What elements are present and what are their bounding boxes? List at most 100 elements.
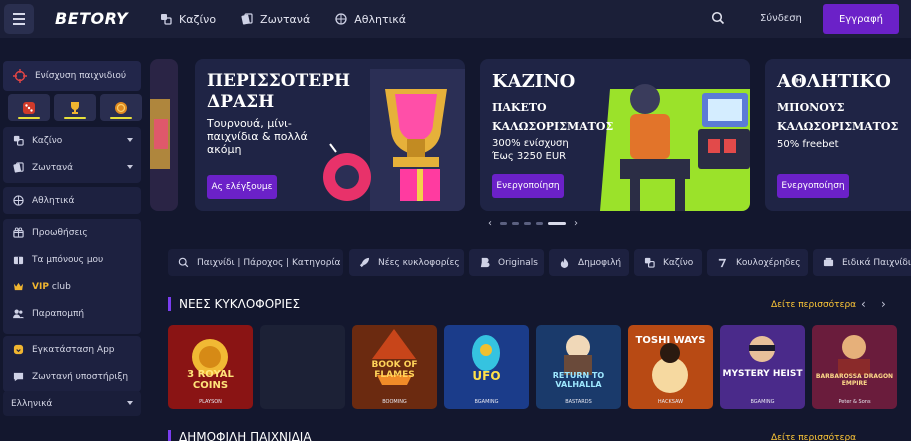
game-tile[interactable]: TOSHI WAYS HACKSAW [628, 325, 713, 409]
register-button[interactable]: Εγγραφή [823, 4, 899, 34]
banner-activate-button[interactable]: Ενεργοποίηση [777, 174, 849, 198]
language-select[interactable]: Ελληνικά [3, 391, 141, 416]
nav-casino[interactable]: Καζίνο [160, 13, 216, 26]
category-special[interactable]: Ειδικά Παιχνίδια [813, 249, 911, 276]
sidebar-item-label: Παραπομπή [32, 308, 85, 319]
game-tile-loading[interactable] [260, 325, 345, 409]
menu-button[interactable] [4, 4, 34, 34]
chevron-left-icon[interactable]: ‹ [861, 297, 866, 311]
search-icon[interactable] [711, 11, 725, 25]
sidebar-item-label: Αθλητικά [32, 195, 75, 206]
banner-sports-welcome[interactable]: ΑΘΛΗΤΙΚΟ ΜΠΟΝΟΥΣ ΚΑΛΩΣΟΡΙΣΜΑΤΟΣ 50% free… [765, 59, 911, 211]
game-tile[interactable]: MYSTERY HEIST BGAMING [720, 325, 805, 409]
banner-check-button[interactable]: Ας ελέγξουμε [207, 175, 277, 199]
nav-casino-label: Καζίνο [179, 12, 217, 26]
chevron-right-icon[interactable]: › [574, 218, 578, 229]
banner-subtitle-line1: 300% ενίσχυση [492, 138, 569, 149]
sidebar-item-casino[interactable]: Καζίνο [3, 127, 141, 154]
game-name: RETURN TO VALHALLA [552, 371, 605, 389]
see-more-link[interactable]: Δείτε περισσότερα [771, 433, 856, 441]
category-slots[interactable]: Κουλοχέρηδες [707, 249, 808, 276]
language-select-row: Ελληνικά [3, 391, 141, 416]
category-popular[interactable]: Δημοφιλή [549, 249, 629, 276]
game-provider: BOOMING [382, 399, 407, 405]
sidebar-item-my-bonuses[interactable]: Τα μπόνους μου [3, 246, 141, 273]
app-icon [13, 344, 24, 355]
crown-icon [13, 282, 24, 291]
game-tile[interactable]: UFO BGAMING [444, 325, 529, 409]
game-search-input[interactable]: Παιχνίδι | Πάροχος | Κατηγορία [168, 249, 343, 276]
category-casino[interactable]: Καζίνο [634, 249, 702, 276]
casino-icon [13, 135, 24, 146]
game-name: BARBAROSSA DRAGON EMPIRE [815, 373, 894, 387]
coin-tile[interactable] [100, 94, 142, 121]
sidebar-item-label: VIP [32, 281, 49, 292]
banner-title-line1: ΑΘΛΗΤΙΚΟ [777, 71, 891, 92]
login-button[interactable]: Σύνδεση [760, 13, 802, 24]
category-label: Δημοφιλή [578, 257, 622, 268]
nav-live-label: Ζωντανά [260, 12, 311, 26]
basketball-icon [13, 195, 24, 206]
sidebar-item-label: Ζωντανά [32, 162, 74, 173]
sidebar-item-vip[interactable]: VIP club [3, 273, 141, 300]
carousel-dot[interactable] [512, 222, 519, 225]
coin-icon [115, 101, 127, 114]
carousel-dot[interactable] [536, 222, 543, 225]
category-label: Καζίνο [663, 257, 694, 268]
banner-activate-button[interactable]: Ενεργοποίηση [492, 174, 564, 198]
nav-sports[interactable]: Αθλητικά [335, 13, 406, 26]
users-icon [13, 309, 24, 319]
carousel-dot[interactable] [500, 222, 507, 225]
chevron-right-icon[interactable]: › [881, 297, 886, 311]
game-shortcuts [8, 94, 142, 121]
banner-prev-peek[interactable] [150, 59, 178, 211]
dice-tile[interactable] [8, 94, 50, 121]
game-name: 3 ROYAL COINS [187, 369, 234, 391]
banner-subtitle-line1: 50% freebet [777, 139, 839, 150]
royal-coins-art [192, 339, 228, 375]
category-originals[interactable]: Originals [469, 249, 544, 276]
chat-icon [13, 372, 24, 382]
category-label: Originals [498, 257, 538, 268]
section-title-popular: ΔΗΜΟΦΙΛΗ ΠΑΙΧΝΙΔΙΑ [168, 430, 312, 441]
game-provider: BASTARDS [565, 399, 592, 405]
section-accent [168, 297, 171, 311]
game-tile[interactable]: 3 ROYAL COINS PLAYSON [168, 325, 253, 409]
sidebar-item-label-suffix: club [51, 281, 71, 292]
sidebar-item-sports[interactable]: Αθλητικά [3, 187, 141, 214]
sidebar-item-live[interactable]: Ζωντανά [3, 154, 141, 181]
category-new-releases[interactable]: Νέες κυκλοφορίες [349, 249, 464, 276]
carousel-dot[interactable] [524, 222, 531, 225]
fire-icon [560, 257, 569, 268]
logo[interactable]: BETORY [55, 9, 128, 28]
game-boost-button[interactable]: Ενίσχυση παιχνιδιού [3, 61, 141, 91]
banner-title-line1: ΚΑΖΙΝΟ [492, 71, 576, 92]
game-tile[interactable]: BOOK OF FLAMES BOOMING [352, 325, 437, 409]
casino-icon [161, 14, 172, 25]
game-provider: Peter & Sons [838, 399, 871, 405]
carousel-dot-active[interactable] [548, 222, 566, 225]
sidebar-item-label: Εγκατάσταση App [32, 344, 115, 355]
sidebar-item-promotions[interactable]: Προωθήσεις [3, 219, 141, 246]
nav-live[interactable]: Ζωντανά [241, 13, 310, 26]
game-provider: BGAMING [474, 399, 499, 405]
section-title: ΝΕΕΣ ΚΥΚΛΟΦΟΡΙΕΣ [179, 297, 301, 311]
sidebar-item-live-support[interactable]: Ζωντανή υποστήριξη [3, 363, 141, 390]
barbarossa-art [838, 335, 870, 375]
special-icon [823, 257, 834, 267]
game-tile[interactable]: BARBAROSSA DRAGON EMPIRE Peter & Sons [812, 325, 897, 409]
sidebar-item-referral[interactable]: Παραπομπή [3, 300, 141, 327]
slot-seven-icon [718, 258, 727, 268]
chevron-left-icon[interactable]: ‹ [488, 218, 492, 229]
sidebar-item-install-app[interactable]: Εγκατάσταση App [3, 336, 141, 363]
casino-icon [644, 257, 655, 268]
sidebar-group-sports: Αθλητικά [3, 187, 141, 214]
search-placeholder: Παιχνίδι | Πάροχος | Κατηγορία [197, 257, 341, 268]
see-more-link[interactable]: Δείτε περισσότερα [771, 300, 856, 310]
banner-more-action[interactable]: ΠΕΡΙΣΣΟΤΕΡΗ ΔΡΑΣΗ Τουρνουά, μίνι- παιχνί… [195, 59, 465, 211]
originals-icon [480, 257, 490, 268]
trophy-tile[interactable] [54, 94, 96, 121]
banner-casino-welcome[interactable]: ΚΑΖΙΝΟ ΠΑΚΕΤΟ ΚΑΛΩΣΟΡΙΣΜΑΤΟΣ 300% ενίσχυ… [480, 59, 750, 211]
game-tile[interactable]: RETURN TO VALHALLA BASTARDS [536, 325, 621, 409]
game-provider: HACKSAW [657, 399, 684, 405]
